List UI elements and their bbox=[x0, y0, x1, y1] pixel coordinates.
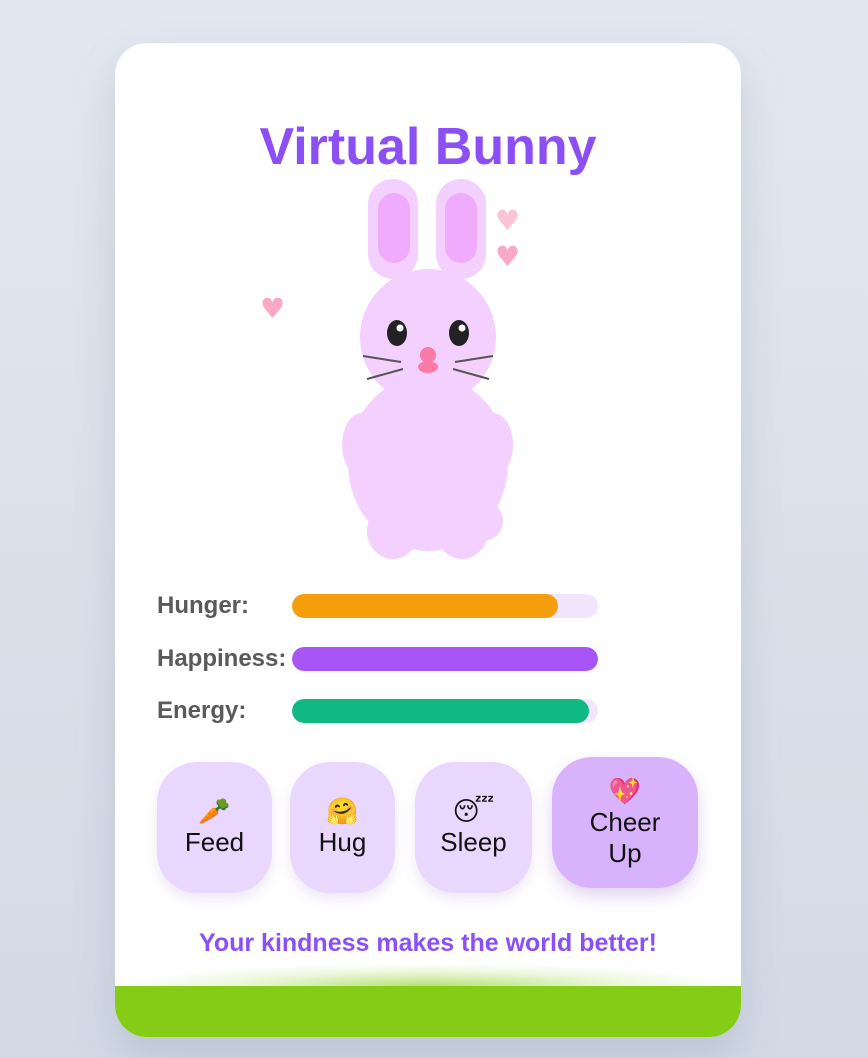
bunny-illustration[interactable] bbox=[115, 173, 741, 573]
bunny-mouth bbox=[418, 361, 438, 373]
bunny-tail bbox=[463, 501, 503, 541]
bunny-left-foot bbox=[367, 503, 419, 559]
energy-bar bbox=[292, 699, 598, 723]
stat-label-energy: Energy: bbox=[157, 697, 247, 724]
heart-icon: ♥ bbox=[495, 240, 521, 273]
hug-icon: 🤗 bbox=[326, 797, 359, 827]
feed-button[interactable]: 🥕 Feed bbox=[157, 762, 272, 893]
sparkling-heart-icon: 💖 bbox=[608, 776, 642, 807]
grass-glow bbox=[115, 963, 741, 987]
heart-icon: ♥ bbox=[260, 292, 286, 325]
bunny-nose bbox=[420, 347, 436, 363]
happiness-bar-fill bbox=[292, 647, 598, 671]
stat-happiness: Happiness: bbox=[157, 645, 657, 673]
game-title: Virtual Bunny bbox=[259, 118, 597, 176]
sleep-icon: 😴 bbox=[452, 797, 495, 827]
happiness-bar bbox=[292, 647, 598, 671]
status-message: Your kindness makes the world better! bbox=[199, 929, 657, 957]
sleep-button[interactable]: 😴 Sleep bbox=[415, 762, 532, 893]
grass-ground bbox=[115, 986, 741, 1037]
heart-icon: ♥ bbox=[495, 204, 521, 237]
bunny-left-arm bbox=[342, 413, 382, 477]
bunny-left-ear-inner bbox=[378, 193, 410, 263]
energy-bar-fill bbox=[292, 699, 589, 723]
bunny-right-ear-inner bbox=[445, 193, 477, 263]
hug-button[interactable]: 🤗 Hug bbox=[290, 762, 395, 893]
cheer-up-button[interactable]: 💖 Cheer Up bbox=[552, 757, 698, 888]
game-card: Virtual Bunny ♥ ♥ ♥ Hunger: Happiness: E… bbox=[115, 43, 741, 1037]
stat-label-hunger: Hunger: bbox=[157, 592, 249, 619]
hunger-bar bbox=[292, 594, 598, 618]
bunny-right-arm bbox=[473, 413, 513, 477]
bunny-right-eye bbox=[449, 320, 469, 346]
bunny-left-eye bbox=[387, 320, 407, 346]
stat-hunger: Hunger: bbox=[157, 592, 657, 620]
stat-energy: Energy: bbox=[157, 697, 657, 725]
carrot-icon: 🥕 bbox=[198, 797, 231, 827]
bunny-scene: ♥ ♥ ♥ bbox=[115, 173, 741, 573]
hunger-bar-fill bbox=[292, 594, 559, 618]
stat-label-happiness: Happiness: bbox=[157, 645, 287, 672]
